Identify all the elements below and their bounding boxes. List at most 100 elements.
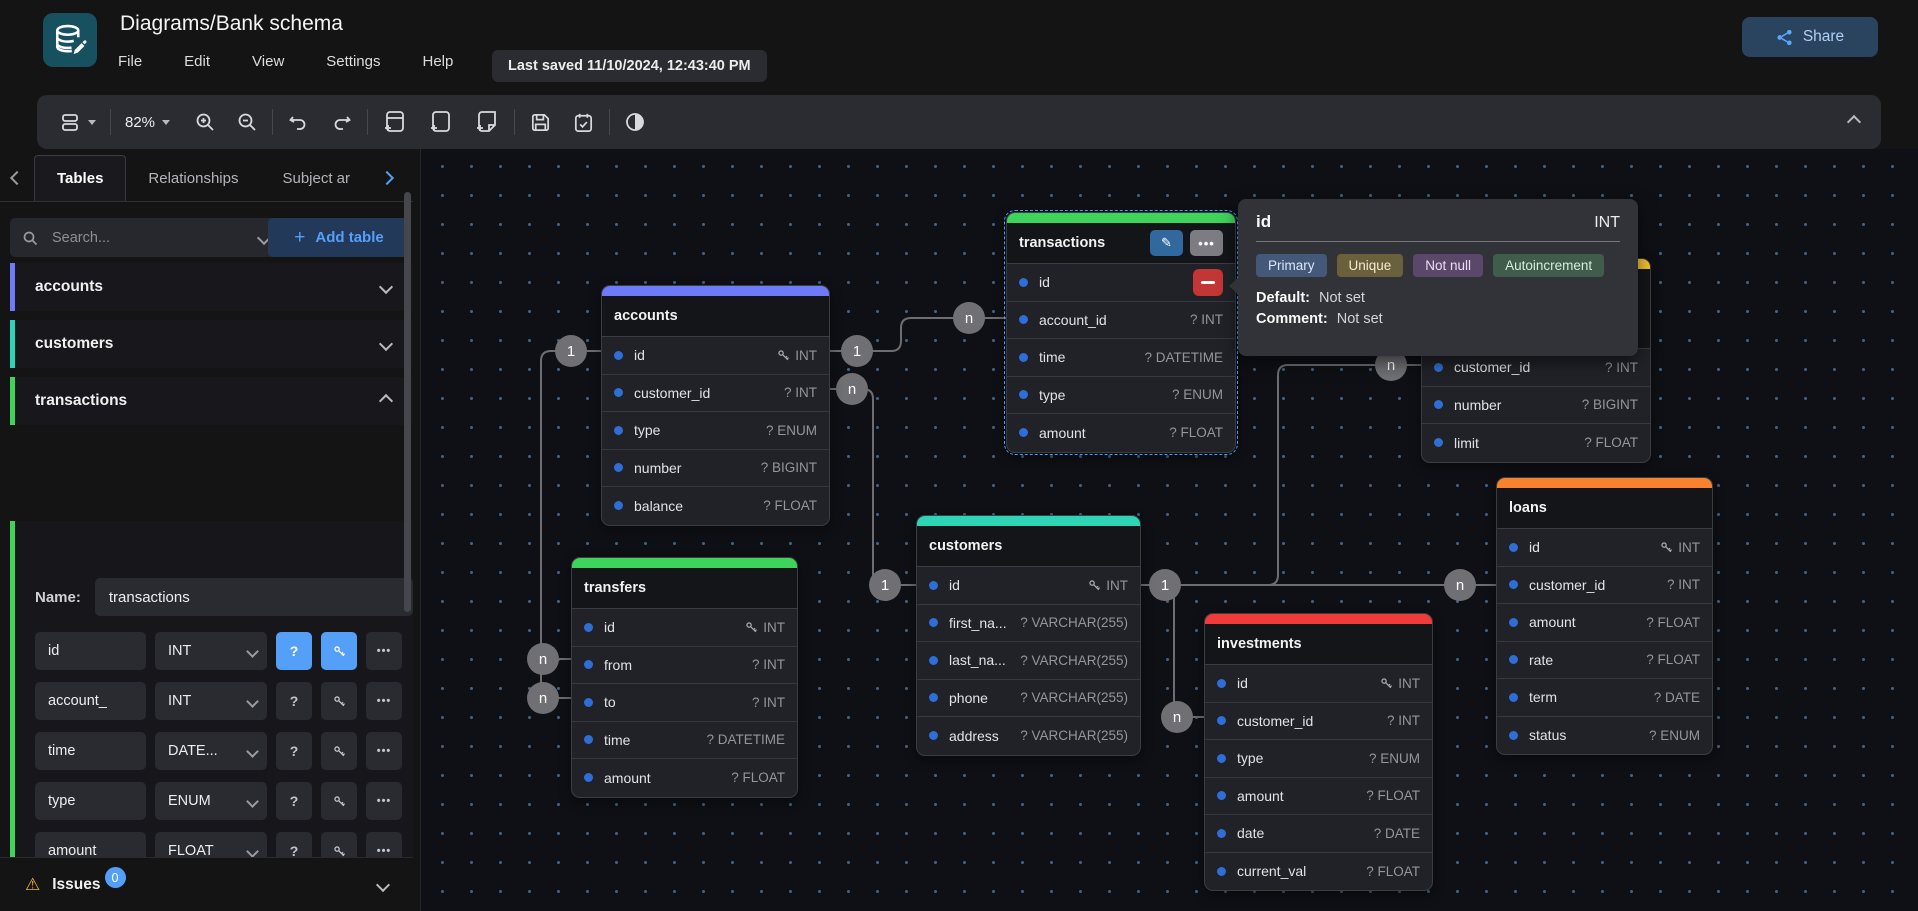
- table-field-row-customer_id[interactable]: customer_id? INT: [1497, 567, 1712, 605]
- field-name-input[interactable]: type: [35, 782, 146, 820]
- menu-item-view[interactable]: View: [252, 53, 284, 70]
- add-table-button[interactable]: + Add table: [268, 218, 410, 257]
- canvas-table-accounts[interactable]: accounts idINT customer_id? INT type? EN…: [601, 285, 830, 526]
- scrollbar-thumb[interactable]: [404, 192, 411, 612]
- table-field-row-amount[interactable]: amount? FLOAT: [1205, 778, 1432, 816]
- field-type-dropdown[interactable]: DATE...: [155, 732, 267, 770]
- sidebar-table-transactions[interactable]: transactions: [10, 377, 413, 425]
- table-field-row-time[interactable]: time? DATETIME: [1007, 339, 1235, 377]
- undo-button[interactable]: [287, 111, 309, 133]
- share-button[interactable]: Share: [1742, 17, 1878, 57]
- table-field-row-address[interactable]: address? VARCHAR(255): [917, 717, 1140, 755]
- zoom-in-button[interactable]: [194, 111, 216, 133]
- canvas-table-loans[interactable]: loans idINT customer_id? INT amount? FLO…: [1496, 477, 1713, 755]
- table-field-row-limit[interactable]: limit? FLOAT: [1422, 424, 1650, 462]
- table-field-row-rate[interactable]: rate? FLOAT: [1497, 642, 1712, 680]
- table-field-row-id[interactable]: idINT: [572, 609, 797, 647]
- table-field-row-balance[interactable]: balance? FLOAT: [602, 487, 829, 525]
- table-header[interactable]: investments: [1205, 624, 1432, 665]
- table-field-row-to[interactable]: to? INT: [572, 684, 797, 722]
- table-field-row-id[interactable]: idINT: [1497, 529, 1712, 567]
- delete-field-button[interactable]: [1193, 269, 1223, 296]
- primary-key-toggle[interactable]: [321, 682, 357, 720]
- menu-item-edit[interactable]: Edit: [184, 53, 210, 70]
- canvas-table-transfers[interactable]: transfers idINT from? INT to? INT time? …: [571, 557, 798, 798]
- table-field-row-term[interactable]: term? DATE: [1497, 679, 1712, 717]
- table-name-input[interactable]: [95, 578, 413, 616]
- table-field-row-customer_id[interactable]: customer_id? INT: [1205, 703, 1432, 741]
- table-field-row-status[interactable]: status? ENUM: [1497, 717, 1712, 755]
- menu-item-file[interactable]: File: [118, 53, 142, 70]
- canvas-table-transactions[interactable]: transactions✎ ••• id account_id? INT tim…: [1006, 212, 1236, 453]
- save-button[interactable]: [529, 111, 552, 134]
- nullable-toggle[interactable]: ?: [276, 682, 312, 720]
- sidebar-scrollbar[interactable]: [404, 157, 411, 902]
- canvas-table-customers[interactable]: customers idINT first_na...? VARCHAR(255…: [916, 515, 1141, 756]
- table-field-row-customer_id[interactable]: customer_id? INT: [602, 375, 829, 413]
- table-field-row-id[interactable]: idINT: [602, 337, 829, 375]
- field-name-input[interactable]: id: [35, 632, 146, 670]
- sidebar-table-customers[interactable]: customers: [10, 320, 413, 368]
- view-mode-button[interactable]: [59, 111, 96, 133]
- table-header[interactable]: accounts: [602, 296, 829, 337]
- table-field-row-date[interactable]: date? DATE: [1205, 815, 1432, 853]
- primary-key-toggle[interactable]: [321, 632, 357, 670]
- table-header[interactable]: transfers: [572, 568, 797, 609]
- search-input[interactable]: [50, 229, 204, 247]
- zoom-level-dropdown[interactable]: 82%: [125, 114, 170, 131]
- table-field-row-last_na...[interactable]: last_na...? VARCHAR(255): [917, 642, 1140, 680]
- table-field-row-id[interactable]: idINT: [917, 567, 1140, 605]
- nullable-toggle[interactable]: ?: [276, 732, 312, 770]
- table-field-row-amount[interactable]: amount? FLOAT: [1007, 414, 1235, 452]
- menu-item-help[interactable]: Help: [422, 53, 453, 70]
- tab-relationships[interactable]: Relationships: [126, 155, 260, 201]
- nullable-toggle[interactable]: ?: [276, 782, 312, 820]
- table-field-row-amount[interactable]: amount? FLOAT: [1497, 604, 1712, 642]
- field-more-button[interactable]: •••: [366, 682, 402, 720]
- nullable-toggle[interactable]: ?: [276, 632, 312, 670]
- table-header[interactable]: transactions✎ •••: [1007, 223, 1235, 264]
- table-field-row-amount[interactable]: amount? FLOAT: [572, 759, 797, 797]
- table-header[interactable]: loans: [1497, 488, 1712, 529]
- field-name-input[interactable]: account_: [35, 682, 146, 720]
- field-type-dropdown[interactable]: INT: [155, 632, 267, 670]
- menu-item-settings[interactable]: Settings: [326, 53, 380, 70]
- table-header[interactable]: customers: [917, 526, 1140, 567]
- table-field-row-number[interactable]: number? BIGINT: [602, 450, 829, 488]
- table-search[interactable]: [10, 218, 281, 257]
- add-note-tool[interactable]: [474, 109, 500, 135]
- tab-subject-ar[interactable]: Subject ar: [260, 155, 372, 201]
- tab-tables[interactable]: Tables: [34, 155, 126, 201]
- field-more-button[interactable]: •••: [366, 632, 402, 670]
- zoom-out-button[interactable]: [236, 111, 258, 133]
- field-more-button[interactable]: •••: [366, 732, 402, 770]
- field-name-input[interactable]: time: [35, 732, 146, 770]
- primary-key-toggle[interactable]: [321, 732, 357, 770]
- table-field-row-account_id[interactable]: account_id? INT: [1007, 302, 1235, 340]
- table-field-row-from[interactable]: from? INT: [572, 647, 797, 685]
- add-subject-area-tool[interactable]: [428, 109, 454, 135]
- table-field-row-first_na...[interactable]: first_na...? VARCHAR(255): [917, 605, 1140, 643]
- table-field-row-phone[interactable]: phone? VARCHAR(255): [917, 680, 1140, 718]
- field-type-dropdown[interactable]: INT: [155, 682, 267, 720]
- table-field-row-current_val[interactable]: current_val? FLOAT: [1205, 853, 1432, 891]
- edit-table-button[interactable]: ✎: [1150, 230, 1183, 256]
- issues-bar[interactable]: ⚠ Issues 0: [0, 857, 413, 911]
- tabs-scroll-left-button[interactable]: [0, 155, 34, 201]
- table-field-row-type[interactable]: type? ENUM: [602, 412, 829, 450]
- field-type-dropdown[interactable]: ENUM: [155, 782, 267, 820]
- table-field-row-time[interactable]: time? DATETIME: [572, 722, 797, 760]
- canvas-table-investments[interactable]: investments idINT customer_id? INT type?…: [1204, 613, 1433, 891]
- table-field-row-id[interactable]: idINT: [1205, 665, 1432, 703]
- tabs-scroll-right-button[interactable]: [372, 155, 402, 201]
- collapse-toolbar-button[interactable]: [1847, 115, 1861, 129]
- primary-key-toggle[interactable]: [321, 782, 357, 820]
- table-more-button[interactable]: •••: [1190, 230, 1223, 256]
- add-table-tool[interactable]: [382, 109, 408, 135]
- table-field-row-type[interactable]: type? ENUM: [1007, 377, 1235, 415]
- table-field-row-type[interactable]: type? ENUM: [1205, 740, 1432, 778]
- field-more-button[interactable]: •••: [366, 782, 402, 820]
- diagram-canvas[interactable]: 1 n n 1 n n 1 1 n n n accounts idINT cus…: [420, 149, 1918, 911]
- sidebar-table-accounts[interactable]: accounts: [10, 263, 413, 311]
- redo-button[interactable]: [331, 111, 353, 133]
